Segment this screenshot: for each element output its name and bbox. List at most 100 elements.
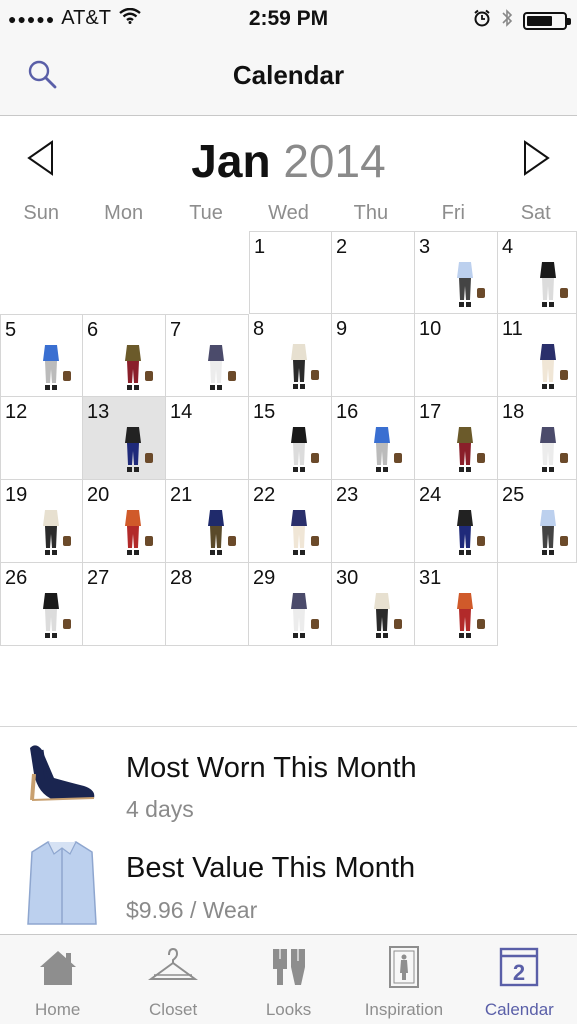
navigation-bar: Calendar — [0, 38, 577, 116]
day-number: 23 — [336, 484, 359, 506]
month-name: Jan — [191, 135, 271, 187]
month-header: Jan 2014 — [0, 130, 577, 190]
calendar-day[interactable]: 26 — [0, 563, 83, 646]
calendar-day[interactable]: 16 — [332, 397, 415, 480]
day-number: 24 — [419, 484, 442, 506]
month-year: 2014 — [283, 135, 386, 187]
day-number: 2 — [336, 236, 348, 258]
stat-value: $9.96 / Wear — [126, 897, 258, 923]
tab-inspiration[interactable]: Inspiration — [346, 935, 461, 1024]
day-number: 21 — [170, 484, 193, 506]
day-number: 3 — [419, 236, 431, 258]
weekday-label: Wed — [268, 202, 309, 224]
day-number: 7 — [170, 319, 182, 341]
calendar-day[interactable]: 15 — [249, 397, 332, 480]
day-number: 1 — [254, 236, 266, 258]
calendar-day[interactable]: 2 — [332, 231, 415, 314]
status-bar: ●●●●● AT&T 2:59 PM — [0, 0, 577, 38]
outfit-thumbnail — [457, 510, 485, 555]
day-number: 11 — [502, 318, 523, 340]
calendar-day[interactable]: 24 — [415, 480, 498, 563]
day-number: 26 — [5, 567, 28, 589]
day-number: 20 — [87, 484, 110, 506]
calendar-day[interactable]: 25 — [498, 480, 577, 563]
calendar-day[interactable]: 14 — [166, 397, 249, 480]
calendar-day[interactable]: 1 — [249, 231, 332, 314]
bluetooth-icon — [501, 8, 513, 33]
battery-level — [527, 15, 552, 26]
tab-home[interactable]: Home — [0, 935, 115, 1024]
hanger-icon — [148, 947, 199, 980]
outfit-thumbnail — [43, 510, 71, 555]
day-number: 10 — [419, 318, 442, 340]
calendar-grid: 1 2 3 4 5 6 7 8 9 10 11 12 13 14 15 16 17 18 19 20 21 22 23 24 2… — [0, 231, 577, 646]
tab-label: Calendar — [484, 1000, 554, 1019]
outfit-thumbnail — [291, 344, 319, 389]
chevron-right-icon — [524, 140, 550, 176]
calendar-day[interactable]: 3 — [415, 231, 498, 314]
month-title: Jan 2014 — [0, 134, 577, 188]
calendar-day[interactable]: 31 — [415, 563, 498, 646]
calendar-day[interactable]: 17 — [415, 397, 498, 480]
looks-icon — [272, 949, 305, 985]
weekday-label: Thu — [353, 202, 389, 224]
outfit-thumbnail — [540, 344, 568, 389]
calendar-day[interactable]: 10 — [415, 314, 498, 397]
next-month-button[interactable] — [519, 138, 553, 178]
outfit-thumbnail — [125, 427, 153, 472]
shirt-image — [24, 838, 100, 928]
day-number: 29 — [253, 567, 276, 589]
day-number: 25 — [502, 484, 525, 506]
calendar-day[interactable]: 6 — [83, 314, 166, 397]
day-number: 15 — [253, 401, 276, 423]
tab-label: Looks — [265, 1000, 312, 1019]
tab-calendar[interactable]: 2 Calendar — [462, 935, 577, 1024]
outfit-thumbnail — [457, 427, 485, 472]
calendar-day[interactable]: 19 — [0, 480, 83, 563]
day-number: 9 — [336, 318, 348, 340]
calendar-day[interactable]: 5 — [0, 314, 83, 397]
outfit-thumbnail — [540, 262, 568, 307]
calendar-day[interactable]: 23 — [332, 480, 415, 563]
day-number: 13 — [87, 401, 110, 423]
inspiration-icon — [388, 946, 419, 988]
outfit-thumbnail — [291, 593, 319, 638]
calendar-day[interactable]: 21 — [166, 480, 249, 563]
battery-icon — [523, 11, 571, 30]
outfit-thumbnail — [208, 510, 236, 555]
weekday-label: Sat — [520, 202, 551, 224]
outfit-thumbnail — [457, 262, 485, 307]
tab-label: Home — [35, 1000, 81, 1019]
tab-closet[interactable]: Closet — [115, 935, 230, 1024]
day-number: 14 — [170, 401, 193, 423]
calendar-day[interactable]: 22 — [249, 480, 332, 563]
outfit-thumbnail — [457, 593, 485, 638]
day-number: 30 — [336, 567, 359, 589]
outfit-thumbnail — [208, 345, 236, 390]
tab-looks[interactable]: Looks — [231, 935, 346, 1024]
day-number: 22 — [253, 484, 276, 506]
day-number: 12 — [5, 401, 28, 423]
calendar-day[interactable]: 7 — [166, 314, 249, 397]
calendar-day[interactable]: 18 — [498, 397, 577, 480]
calendar-day[interactable]: 20 — [83, 480, 166, 563]
calendar-day-today[interactable]: 13 — [83, 397, 166, 480]
calendar-day[interactable]: 12 — [0, 397, 83, 480]
calendar-day[interactable]: 9 — [332, 314, 415, 397]
calendar-day[interactable]: 29 — [249, 563, 332, 646]
outfit-thumbnail — [291, 427, 319, 472]
day-number: 6 — [87, 319, 99, 341]
day-number: 18 — [502, 401, 525, 423]
calendar-day[interactable]: 28 — [166, 563, 249, 646]
calendar-day[interactable]: 11 — [498, 314, 577, 397]
tab-label: Closet — [149, 1000, 198, 1019]
calendar-day[interactable]: 4 — [498, 231, 577, 314]
calendar-badge: 2 — [513, 960, 525, 985]
calendar-day[interactable]: 27 — [83, 563, 166, 646]
day-number: 27 — [87, 567, 110, 589]
stat-title: Best Value This Month — [126, 852, 416, 884]
outfit-thumbnail — [125, 345, 153, 390]
calendar-day[interactable]: 8 — [249, 314, 332, 397]
outfit-thumbnail — [540, 427, 568, 472]
calendar-day[interactable]: 30 — [332, 563, 415, 646]
